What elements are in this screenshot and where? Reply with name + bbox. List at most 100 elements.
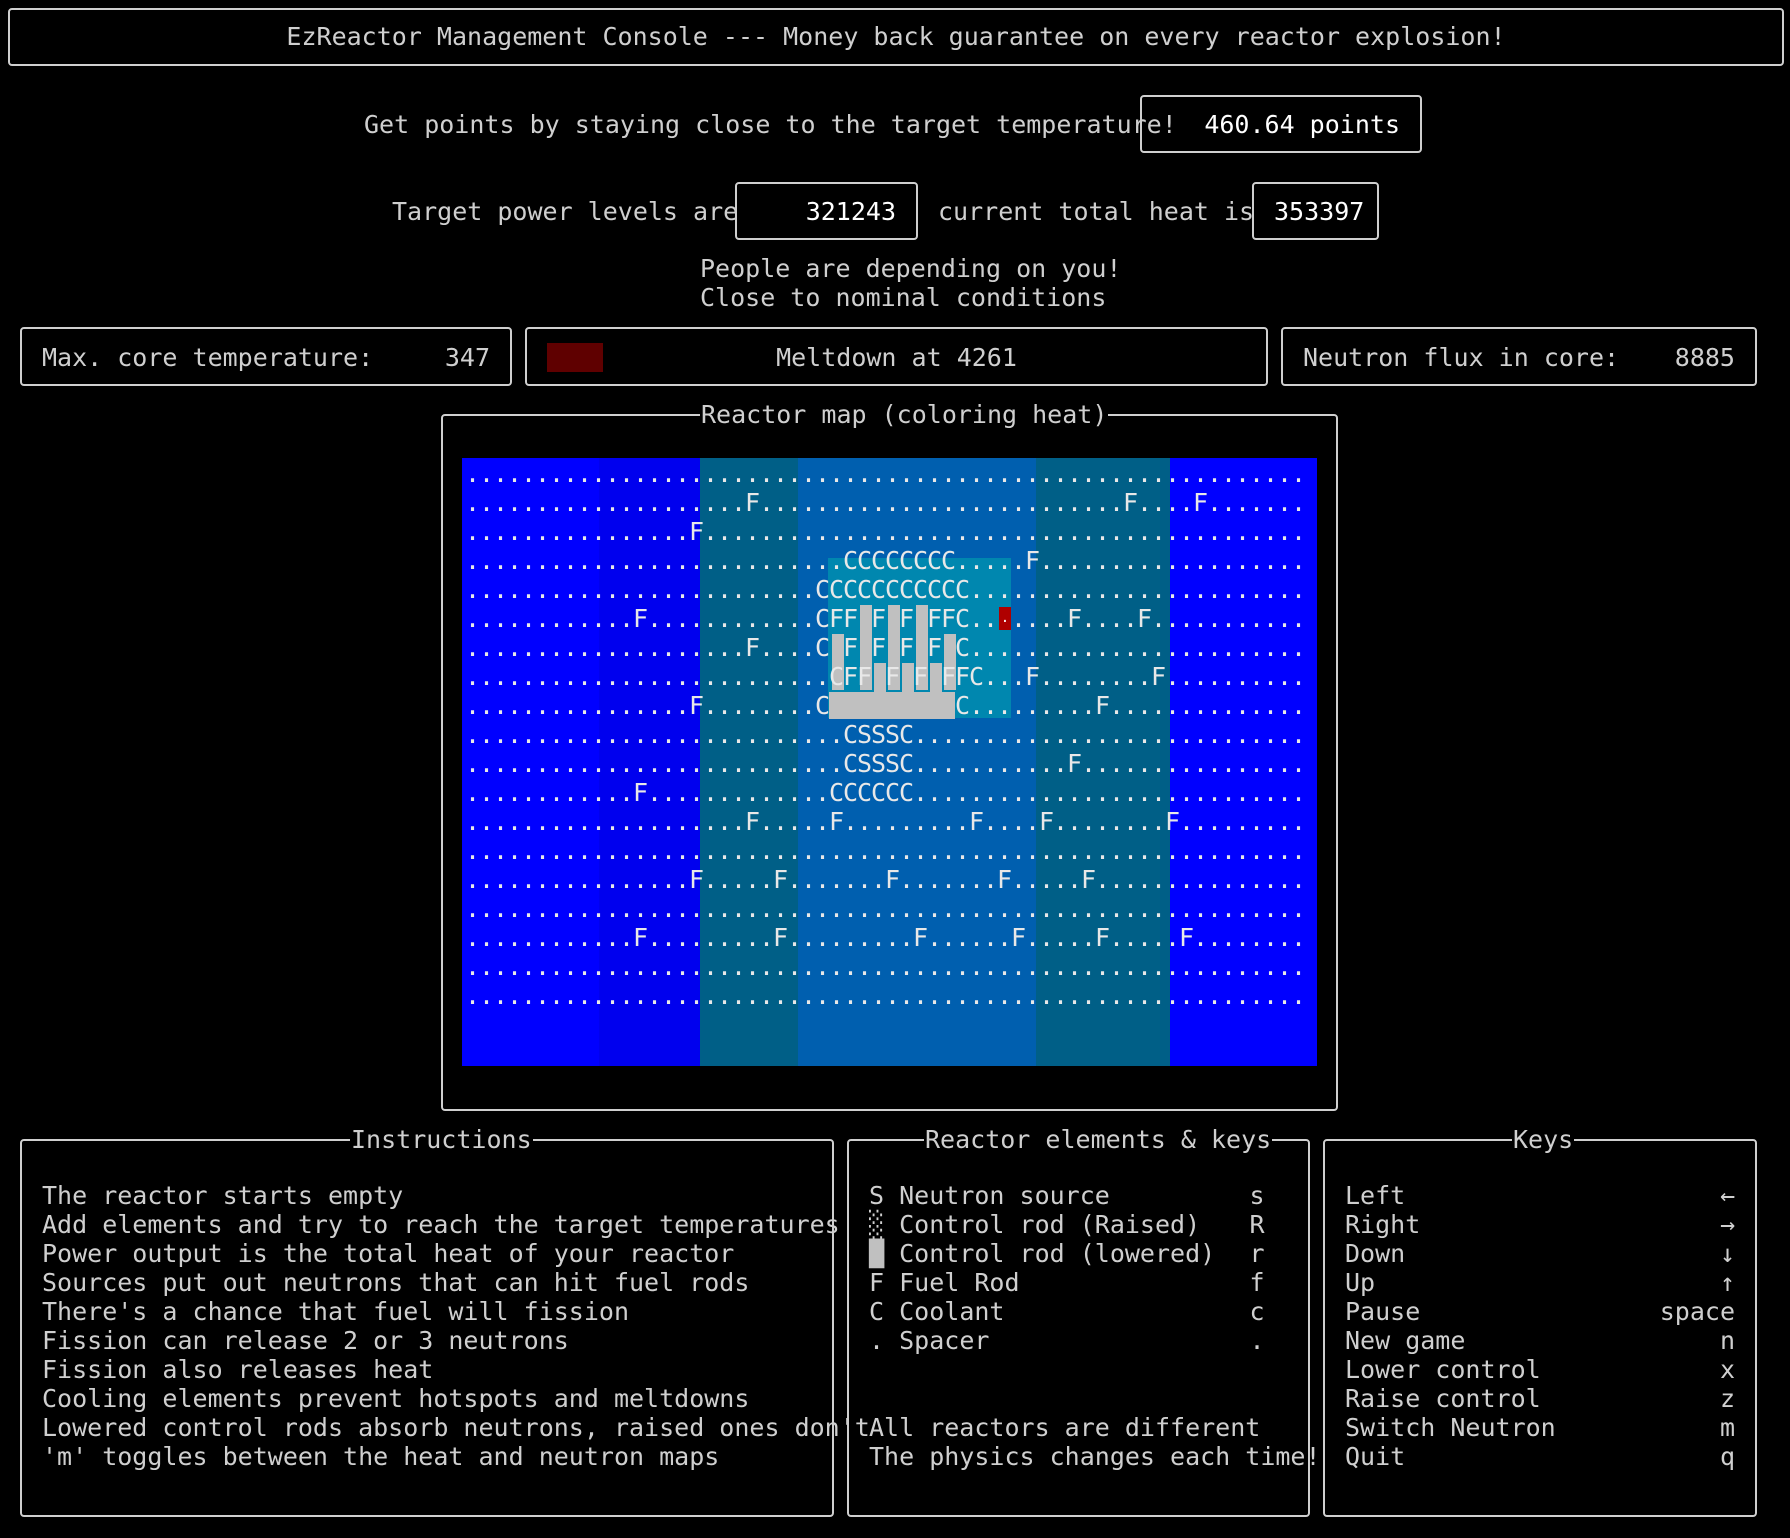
spacer-cell: .	[1053, 575, 1069, 604]
spacer-cell: .	[801, 894, 817, 923]
instruction-line: Power output is the total heat of your r…	[42, 1239, 735, 1268]
spacer-cell: .	[1249, 749, 1265, 778]
spacer-cell: .	[1095, 662, 1111, 691]
spacer-cell: .	[1053, 720, 1069, 749]
spacer-cell: .	[563, 720, 579, 749]
spacer-cell: .	[1137, 807, 1153, 836]
spacer-cell: .	[493, 720, 509, 749]
spacer-cell: .	[871, 459, 887, 488]
spacer-cell: .	[605, 604, 621, 633]
neutron-flux-label: Neutron flux in core:	[1303, 343, 1620, 372]
spacer-cell: .	[969, 604, 985, 633]
spacer-cell: .	[647, 807, 663, 836]
fuel-rod-cell: F	[1011, 923, 1027, 952]
spacer-cell: .	[465, 691, 481, 720]
spacer-cell: .	[465, 807, 481, 836]
spacer-cell: .	[605, 546, 621, 575]
fuel-rod-cell: F	[1095, 923, 1111, 952]
element-item: F Fuel Rod f	[869, 1268, 1269, 1297]
fuel-rod-cell: F	[899, 604, 915, 633]
spacer-cell: .	[1207, 836, 1223, 865]
spacer-cell: .	[647, 546, 663, 575]
spacer-cell: .	[1081, 836, 1097, 865]
spacer-cell: .	[1221, 923, 1237, 952]
spacer-cell: .	[479, 604, 495, 633]
spacer-cell: .	[745, 604, 761, 633]
key-value: →	[1719, 1210, 1735, 1239]
spacer-cell: .	[675, 720, 691, 749]
spacer-cell: .	[829, 459, 845, 488]
spacer-cell: .	[1179, 865, 1195, 894]
neutron-flux-gauge: Neutron flux in core: 8885	[1281, 327, 1757, 386]
spacer-cell: .	[969, 633, 985, 662]
meltdown-gauge: Meltdown at 4261	[525, 327, 1268, 386]
reactor-map-grid[interactable]: ........................................…	[462, 458, 1317, 1066]
spacer-cell: .	[717, 575, 733, 604]
spacer-cell: .	[577, 546, 593, 575]
spacer-cell: .	[1025, 749, 1041, 778]
spacer-cell: .	[1137, 633, 1153, 662]
spacer-cell: .	[759, 575, 775, 604]
spacer-cell: .	[1277, 488, 1293, 517]
spacer-cell: .	[1235, 575, 1251, 604]
spacer-cell: .	[1011, 981, 1027, 1010]
spacer-cell: .	[1235, 836, 1251, 865]
spacer-cell: .	[1165, 981, 1181, 1010]
key-binding: New game n	[1345, 1326, 1735, 1355]
element-key: .	[1249, 1326, 1265, 1355]
spacer-cell: .	[899, 807, 915, 836]
spacer-cell: .	[927, 778, 943, 807]
spacer-cell: .	[1151, 517, 1167, 546]
spacer-cell: .	[1039, 633, 1055, 662]
spacer-cell: .	[479, 575, 495, 604]
spacer-cell: .	[507, 981, 523, 1010]
key-binding: Left ←	[1345, 1181, 1735, 1210]
spacer-cell: .	[703, 546, 719, 575]
spacer-cell: .	[927, 488, 943, 517]
spacer-cell: .	[675, 517, 691, 546]
spacer-cell: .	[1165, 836, 1181, 865]
spacer-cell: .	[759, 546, 775, 575]
spacer-cell: .	[1095, 778, 1111, 807]
spacer-cell: .	[773, 836, 789, 865]
spacer-cell: .	[759, 488, 775, 517]
spacer-cell: .	[549, 981, 565, 1010]
spacer-cell: .	[997, 488, 1013, 517]
spacer-cell: .	[801, 633, 817, 662]
spacer-cell: .	[619, 836, 635, 865]
spacer-cell: .	[773, 604, 789, 633]
spacer-cell: .	[969, 488, 985, 517]
spacer-cell: .	[1011, 836, 1027, 865]
spacer-cell: .	[619, 633, 635, 662]
spacer-cell: .	[1039, 488, 1055, 517]
spacer-cell: .	[1179, 952, 1195, 981]
spacer-cell: .	[801, 865, 817, 894]
fuel-rod-cell: F	[913, 923, 929, 952]
spacer-cell: .	[1151, 720, 1167, 749]
spacer-cell: .	[591, 575, 607, 604]
spacer-cell: .	[465, 633, 481, 662]
spacer-cell: .	[619, 575, 635, 604]
spacer-cell: .	[1011, 691, 1027, 720]
target-power-box: 321243	[735, 182, 918, 240]
spacer-cell: .	[1193, 517, 1209, 546]
spacer-cell: .	[1207, 749, 1223, 778]
spacer-cell: .	[1151, 488, 1167, 517]
spacer-cell: .	[1179, 575, 1195, 604]
fuel-rod-cell: F	[1151, 662, 1167, 691]
element-name: S Neutron source	[869, 1181, 1110, 1210]
spacer-cell: .	[1109, 749, 1125, 778]
spacer-cell: .	[983, 662, 999, 691]
spacer-cell: .	[1207, 604, 1223, 633]
spacer-cell: .	[1277, 865, 1293, 894]
spacer-cell: .	[983, 720, 999, 749]
spacer-cell: .	[1221, 633, 1237, 662]
spacer-cell: .	[1095, 981, 1111, 1010]
element-symbol: F	[869, 1268, 885, 1297]
spacer-cell: .	[843, 459, 859, 488]
spacer-cell: .	[759, 923, 775, 952]
spacer-cell: .	[1081, 459, 1097, 488]
spacer-cell: .	[1235, 952, 1251, 981]
coolant-cell: C	[899, 546, 915, 575]
spacer-cell: .	[1207, 488, 1223, 517]
